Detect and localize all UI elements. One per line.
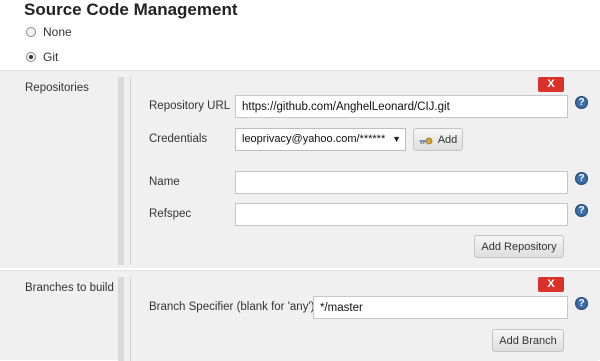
branch-panel: X Branch Specifier (blank for 'any') Add…: [118, 277, 598, 361]
branch-specifier-input[interactable]: [313, 296, 568, 319]
add-branch-label: Add Branch: [499, 334, 557, 347]
credentials-selected-value: leoprivacy@yahoo.com/******: [242, 133, 386, 145]
delete-repository-button[interactable]: X: [538, 77, 564, 92]
add-repository-label: Add Repository: [481, 240, 557, 253]
help-icon[interactable]: ?: [575, 172, 588, 185]
name-input[interactable]: [235, 171, 568, 194]
delete-branch-button[interactable]: X: [538, 277, 564, 292]
branch-specifier-label: Branch Specifier (blank for 'any'): [149, 301, 315, 313]
branches-section: Branches to build X Branch Specifier (bl…: [0, 270, 600, 361]
repository-panel: X Repository URL Credentials leoprivacy@…: [118, 77, 598, 265]
repository-url-input[interactable]: [235, 95, 568, 118]
chevron-down-icon: ▼: [392, 134, 401, 144]
repository-url-label: Repository URL: [149, 100, 231, 112]
branches-label: Branches to build: [25, 282, 114, 294]
refspec-input[interactable]: [235, 203, 568, 226]
name-label: Name: [149, 176, 180, 188]
repositories-label: Repositories: [25, 82, 89, 94]
refspec-label: Refspec: [149, 208, 192, 220]
radio-git[interactable]: [26, 52, 36, 62]
radio-none[interactable]: [26, 27, 36, 37]
help-icon[interactable]: ?: [575, 204, 588, 217]
delete-icon: X: [547, 278, 555, 290]
add-repository-button[interactable]: Add Repository: [474, 235, 564, 258]
help-icon[interactable]: ?: [575, 96, 588, 109]
help-icon[interactable]: ?: [575, 297, 588, 310]
scm-option-none[interactable]: None: [26, 24, 72, 40]
radio-git-label: Git: [43, 50, 59, 64]
add-credentials-button[interactable]: Add: [413, 128, 463, 151]
scm-option-git[interactable]: Git: [26, 49, 58, 65]
key-icon: [419, 136, 433, 144]
add-branch-button[interactable]: Add Branch: [492, 329, 564, 352]
repositories-section: Repositories X Repository URL Credential…: [0, 70, 600, 268]
delete-icon: X: [547, 78, 555, 90]
credentials-label: Credentials: [149, 133, 208, 145]
credentials-select[interactable]: leoprivacy@yahoo.com/****** ▼: [235, 128, 406, 151]
add-credentials-label: Add: [437, 133, 458, 146]
section-title: Source Code Management: [24, 0, 238, 19]
radio-none-label: None: [43, 25, 72, 39]
